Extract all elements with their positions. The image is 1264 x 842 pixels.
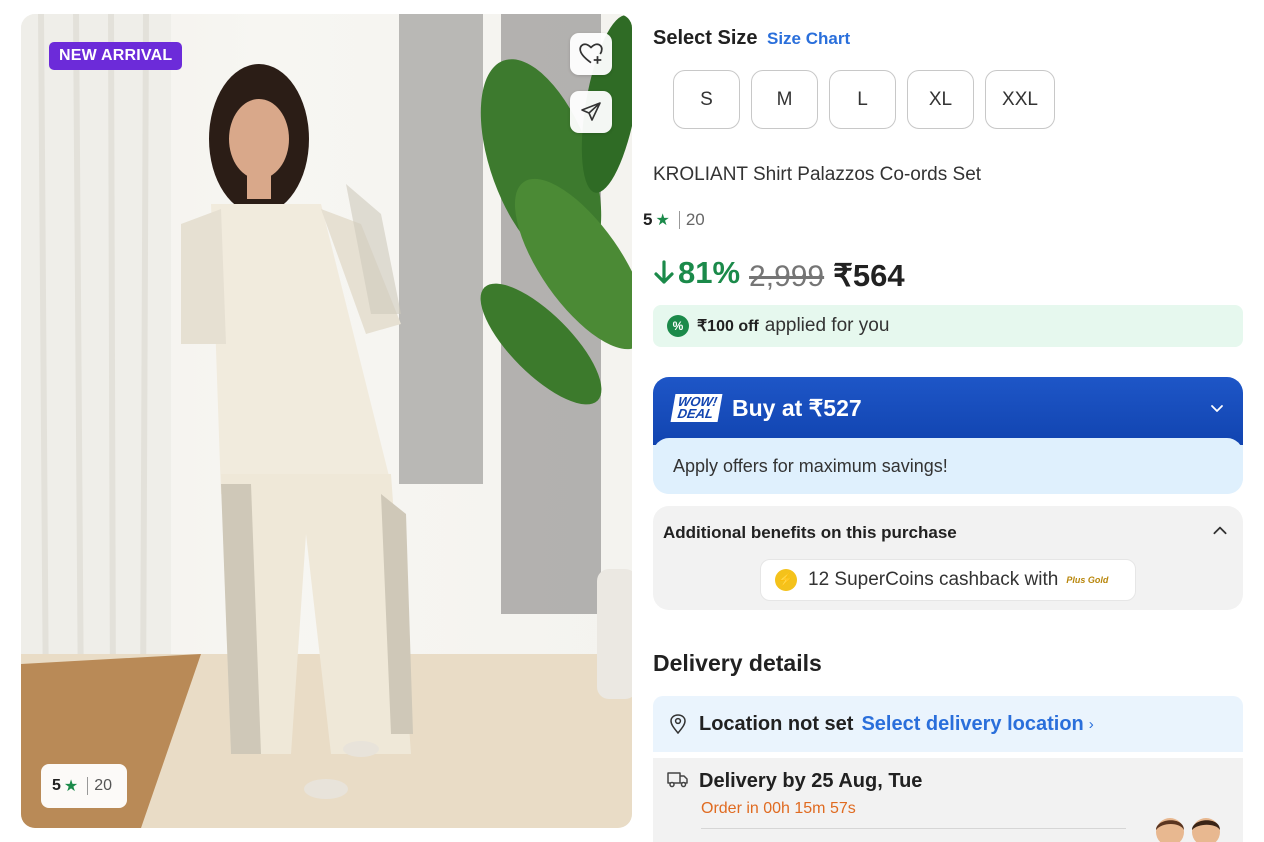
- supercoin-icon: ⚡: [775, 569, 797, 591]
- mrp-price: 2,999: [749, 260, 825, 293]
- delivery-details-heading: Delivery details: [653, 650, 822, 676]
- product-photo: [21, 14, 632, 828]
- delivery-estimate: Delivery by 25 Aug, Tue Order in 00h 15m…: [653, 758, 1243, 842]
- discount-percent: 81%: [653, 255, 740, 291]
- size-chart-link[interactable]: Size Chart: [767, 29, 850, 49]
- wow-deal-header[interactable]: WOW! DEAL Buy at ₹527: [653, 377, 1243, 445]
- wishlist-button[interactable]: [570, 33, 612, 75]
- wishlist-add-icon: [579, 43, 603, 64]
- kids-illustration: [1156, 818, 1220, 842]
- delivery-date: Delivery by 25 Aug, Tue: [699, 770, 923, 792]
- order-countdown: Order in 00h 15m 57s: [701, 800, 856, 817]
- rating-count: 20: [685, 210, 705, 229]
- location-pin-icon: [670, 714, 686, 734]
- star-icon: ★: [655, 212, 670, 229]
- divider: [701, 828, 1126, 829]
- arrow-down-icon: [654, 260, 674, 284]
- image-rating-count: 20: [94, 777, 113, 794]
- product-image[interactable]: NEW ARRIVAL 5 ★ 20: [21, 14, 632, 828]
- share-icon: [581, 102, 601, 121]
- benefits-heading: Additional benefits on this purchase: [663, 523, 957, 542]
- size-option-l[interactable]: L: [829, 70, 896, 129]
- wow-deal-subtitle: Apply offers for maximum savings!: [653, 438, 1243, 494]
- offer-applied-banner: % ₹100 off applied for you: [653, 305, 1243, 347]
- size-option-m[interactable]: M: [751, 70, 818, 129]
- delivery-location-row[interactable]: Location not set Select delivery locatio…: [653, 696, 1243, 752]
- select-location-link[interactable]: Select delivery location: [861, 713, 1083, 736]
- offer-amount: ₹100 off: [697, 318, 759, 335]
- new-arrival-badge: NEW ARRIVAL: [49, 42, 183, 70]
- percent-icon: %: [667, 315, 689, 337]
- supercoins-cashback[interactable]: ⚡ 12 SuperCoins cashback with Plus Gold: [760, 559, 1136, 601]
- chevron-right-icon: ›: [1088, 715, 1094, 733]
- select-size-heading: Select Size: [653, 27, 758, 49]
- rating-value: 5: [643, 210, 653, 229]
- plus-gold-badge: Plus Gold: [1066, 575, 1109, 585]
- price-row: 81% 2,999 ₹564: [653, 255, 905, 294]
- offer-applied-text: applied for you: [764, 315, 890, 336]
- delivery-truck-icon: [667, 772, 688, 788]
- supercoins-text: 12 SuperCoins cashback with: [808, 569, 1059, 590]
- additional-benefits-card: Additional benefits on this purchase ⚡ 1…: [653, 506, 1243, 610]
- final-price: ₹564: [833, 258, 905, 293]
- size-option-xxl[interactable]: XXL: [985, 70, 1055, 129]
- chevron-down-icon[interactable]: [1209, 400, 1225, 416]
- size-options: S M L XL XXL: [673, 70, 1055, 129]
- product-title: KROLIANT Shirt Palazzos Co-ords Set: [653, 164, 982, 185]
- wow-deal-logo-line2: DEAL: [676, 406, 715, 421]
- location-status: Location not set: [699, 712, 854, 735]
- image-rating-chip: 5 ★ 20: [41, 764, 127, 808]
- wow-deal-logo: WOW! DEAL: [670, 394, 723, 422]
- image-rating-value: 5: [52, 777, 61, 794]
- share-button[interactable]: [570, 91, 612, 133]
- wow-deal-title: Buy at ₹527: [731, 394, 862, 421]
- size-option-s[interactable]: S: [673, 70, 740, 129]
- star-icon: ★: [63, 778, 79, 795]
- product-rating[interactable]: 5 ★ 20: [643, 210, 705, 230]
- divider: [87, 777, 89, 795]
- divider: [678, 211, 680, 229]
- size-option-xl[interactable]: XL: [907, 70, 974, 129]
- discount-value: 81%: [678, 255, 741, 290]
- chevron-up-icon[interactable]: [1211, 522, 1229, 540]
- wow-deal-card[interactable]: WOW! DEAL Buy at ₹527 Apply offers for m…: [653, 377, 1243, 494]
